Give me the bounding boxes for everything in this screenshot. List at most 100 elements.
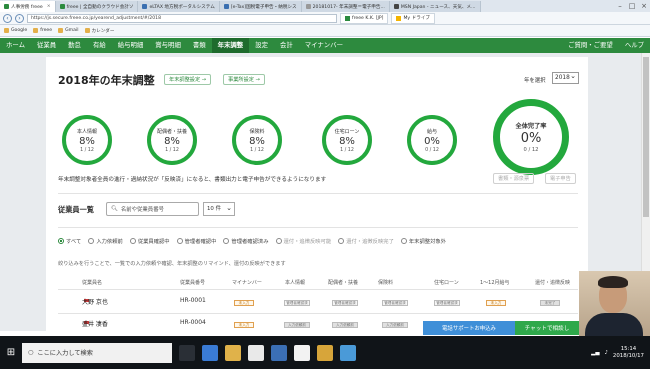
filter-before-request[interactable]: 入力依頼前	[88, 237, 123, 245]
nav-paid-leave[interactable]: 有給	[87, 38, 112, 53]
radio-icon	[129, 238, 136, 244]
nav-payslips[interactable]: 給与明細	[112, 38, 150, 53]
favorite-item[interactable]: Gmail	[58, 28, 79, 33]
presenter-hair	[598, 276, 628, 288]
address-bar: ‹ › https://js.secure.freee.co.jp/yearen…	[0, 12, 650, 25]
nav-mynumber[interactable]: マイナンバー	[299, 38, 349, 53]
file-explorer-icon[interactable]	[225, 344, 241, 361]
browser-tab-active[interactable]: 人事労務 freee ×	[0, 1, 56, 12]
nav-help[interactable]: ヘルプ	[619, 38, 650, 53]
maximize-icon[interactable]: □	[626, 0, 638, 12]
mail-icon[interactable]	[271, 344, 287, 361]
minimize-icon[interactable]: –	[614, 0, 626, 12]
status-pill: 未完了	[540, 300, 560, 306]
task-view-icon[interactable]	[179, 344, 195, 361]
favorite-label: freee	[40, 28, 53, 33]
per-page-select[interactable]: 10 件	[203, 202, 235, 216]
phone-support-button[interactable]: 電話サポートお申込み	[423, 321, 515, 335]
nav-employees[interactable]: 従業員	[31, 38, 62, 53]
chat-support-button[interactable]: チャットで相談し	[515, 321, 579, 335]
table-row[interactable]: 大野 京也 HR-0001 未入力 管理者確認済 管理者確認済 管理者確認済 管…	[58, 297, 588, 309]
favorite-item[interactable]: Google	[4, 28, 27, 33]
progress-count: 0 / 12	[425, 147, 439, 153]
nav-documents[interactable]: 書類	[187, 38, 212, 53]
filter-admin-reviewing[interactable]: 管理者確認中	[176, 237, 216, 245]
favorite-icon	[4, 28, 9, 33]
nav-feedback[interactable]: ご質問・ご要望	[562, 38, 619, 53]
scrollbar-thumb[interactable]	[643, 57, 649, 217]
favorite-item[interactable]: カレンダー	[84, 28, 114, 34]
browser-tab[interactable]: 20181017- 年末調整＝電子申告...	[301, 1, 390, 12]
status-pill: 未入力	[234, 322, 254, 328]
browser-tab[interactable]: [e-Tax]国税電子申告・納税シス	[219, 1, 302, 12]
search-placeholder: 名前や従業員番号	[120, 207, 164, 213]
taskbar-search-input[interactable]: ○ ここに入力して検索	[22, 342, 172, 363]
employee-name-link[interactable]: 大野 京也	[82, 297, 108, 306]
back-icon[interactable]: ‹	[3, 13, 12, 23]
employee-number: HR-0001	[180, 297, 206, 304]
nav-settings[interactable]: 設定	[249, 38, 274, 53]
progress-percent: 0%	[520, 131, 542, 146]
url-field[interactable]: https://js.secure.freee.co.jp/yearend_ad…	[27, 13, 337, 23]
employee-name: 大野 京也	[82, 299, 108, 306]
forward-icon[interactable]: ›	[15, 13, 24, 23]
progress-count: 1 / 12	[250, 147, 264, 153]
year-select-label: 年を選択	[524, 78, 546, 84]
progress-housing-loan: 住宅ローン 8% 1 / 12	[322, 115, 372, 165]
folder-icon[interactable]	[317, 344, 333, 361]
notice-text: 年末調整対象者全員の進行・過納状況が「反映済」になると、書類出力と電子申告ができ…	[58, 177, 327, 183]
filter-label: 従業員確認中	[137, 239, 170, 245]
favorite-icon	[58, 28, 64, 33]
year-end-settings-button[interactable]: 年末調整設定 →	[164, 74, 212, 85]
progress-insurance: 保険料 8% 1 / 12	[232, 115, 282, 165]
employee-name-link[interactable]: 盛井 凄香	[82, 319, 108, 328]
filter-all[interactable]: すべて	[58, 237, 81, 245]
filter-label: 入力依頼前	[96, 239, 123, 245]
filter-excluded[interactable]: 年末調整対象外	[400, 237, 446, 245]
browser-tab[interactable]: eLTAX 地方税ポータルシステム	[138, 1, 220, 12]
close-window-icon[interactable]: ×	[638, 0, 650, 12]
filter-refund-done[interactable]: 還付・追徴反映完了	[338, 237, 394, 245]
status-pill: 入力依頼前	[332, 322, 358, 328]
close-icon[interactable]: ×	[47, 4, 51, 9]
browser-tab[interactable]: freee | 全自動のクラウド会計ソ	[55, 1, 139, 12]
filter-label: 管理者確認済み	[231, 239, 269, 245]
column-header: 配偶者・扶養	[328, 280, 359, 286]
nav-bonus-slips[interactable]: 賞与明細	[149, 38, 187, 53]
office-settings-button[interactable]: 事業所設定 →	[223, 74, 265, 85]
clock[interactable]: 15:14 2018/10/17	[613, 346, 644, 360]
browser-tab[interactable]: My ドライブ	[391, 12, 435, 24]
filter-employee-reviewing[interactable]: 従業員確認中	[129, 237, 170, 245]
e-filing-button[interactable]: 電子申告	[545, 173, 576, 184]
status-pill: 入力依頼前	[284, 322, 310, 328]
browser-tab[interactable]: MSN Japan - ニュース、天気、メ...	[389, 1, 481, 12]
windows-start-icon[interactable]: ⊞	[0, 336, 22, 369]
progress-label: 配偶者・扶養	[156, 128, 187, 135]
edge-icon[interactable]	[202, 344, 218, 361]
nav-home[interactable]: ホーム	[0, 38, 31, 53]
window-controls: – □ ×	[614, 0, 650, 12]
browser-tab[interactable]: freee K.K. [JP]	[340, 12, 389, 24]
chrome-icon[interactable]	[294, 344, 310, 361]
main-panel: 2018年の年末調整 年末調整設定 → 事業所設定 → 年を選択 2018 本人…	[46, 57, 588, 331]
filter-admin-confirmed[interactable]: 管理者確認済み	[223, 237, 269, 245]
column-header: 従業員名	[82, 280, 103, 286]
year-select[interactable]: 2018	[552, 71, 579, 84]
clock-time: 15:14	[620, 345, 637, 352]
volume-icon[interactable]: ♪	[604, 350, 607, 356]
progress-label: 給与	[426, 128, 437, 135]
eltax-favicon	[142, 4, 148, 9]
filter-refund-possible[interactable]: 還付・追徴反映可能	[275, 237, 331, 245]
column-header: 還付・追徴反映	[535, 280, 571, 286]
ie-icon[interactable]	[340, 344, 356, 361]
favorite-item[interactable]: freee	[33, 28, 52, 33]
store-icon[interactable]	[248, 344, 264, 361]
page-background: 2018年の年末調整 年末調整設定 → 事業所設定 → 年を選択 2018 本人…	[0, 53, 650, 331]
documents-output-button[interactable]: 書類・源泉票	[493, 173, 535, 184]
nav-attendance[interactable]: 勤怠	[62, 38, 87, 53]
nav-year-end-adjustment[interactable]: 年末調整	[211, 38, 250, 53]
tab-label: My ドライブ	[403, 16, 430, 21]
network-icon[interactable]: ▂▄	[591, 350, 599, 356]
employee-search-input[interactable]: 🔍︎ 名前や従業員番号	[106, 202, 199, 216]
nav-accounting[interactable]: 会計	[274, 38, 299, 53]
